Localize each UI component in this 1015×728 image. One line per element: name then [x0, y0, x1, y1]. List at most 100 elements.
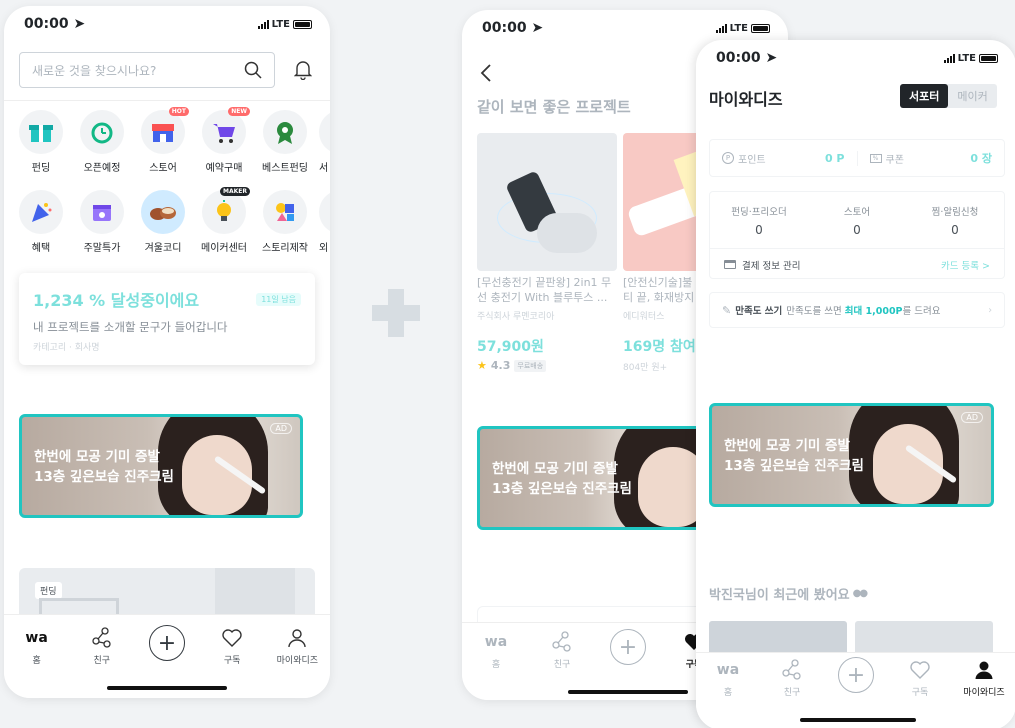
alarm-clock-icon [80, 110, 124, 154]
network-label: LTE [271, 18, 290, 30]
product-maker: 주식회사 루멘코리아 [477, 312, 555, 322]
stat-store[interactable]: 스토어 0 [812, 204, 902, 237]
category-row-1: 펀딩 오픈예정 HOT 스토어 NEW 예약구매 베스트펀딩 서 [14, 107, 330, 174]
tab-create[interactable]: + [826, 657, 886, 693]
search-icon[interactable] [244, 61, 262, 79]
ad-tag: AD [961, 412, 983, 423]
banner-line-2: 13층 깊은보습 진주크림 [34, 469, 174, 485]
tab-home[interactable]: wa 홈 [698, 659, 758, 698]
category-winter-style[interactable]: 겨울코디 [136, 190, 190, 254]
tab-subscribe[interactable]: 구독 [202, 627, 262, 666]
stat-value: 0 [951, 223, 959, 237]
network-label: LTE [957, 52, 976, 64]
banner-line-1: 한번에 모공 기미 증발 [724, 438, 850, 454]
promo-desc: 내 프로젝트를 소개할 문구가 들어갑니다 [33, 320, 228, 334]
location-arrow-icon: ➤ [531, 20, 544, 36]
friends-icon [91, 627, 113, 649]
category-partial-2[interactable]: 외 [319, 190, 330, 254]
tab-my-wadiz[interactable]: 마이와디즈 [267, 627, 327, 666]
status-time: 00:00 [716, 50, 761, 66]
category-story-making[interactable]: 스토리제작 [258, 190, 312, 254]
category-funding[interactable]: 펀딩 [14, 110, 68, 174]
category-benefit[interactable]: 혜택 [14, 190, 68, 254]
heart-icon [909, 659, 931, 681]
category-preorder[interactable]: NEW 예약구매 [197, 107, 251, 174]
signal-icon [943, 53, 955, 63]
tab-friends[interactable]: 친구 [532, 631, 592, 670]
category-weekend-deal[interactable]: 주말특가 [75, 190, 129, 254]
banner-text: 한번에 모공 기미 증발 13층 깊은보습 진주크림 [492, 459, 632, 499]
ad-banner[interactable]: 한번에 모공 기미 증발 13층 깊은보습 진주크림 [477, 426, 717, 530]
point-value: 0 P [824, 151, 845, 165]
slippers-icon [141, 190, 185, 234]
stat-label: 찜·알림신청 [931, 207, 979, 218]
plus-icon: + [148, 625, 185, 661]
signal-icon [257, 19, 269, 29]
banner-line-2: 13층 깊은보습 진주크림 [492, 481, 632, 497]
ad-banner[interactable]: AD 한번에 모공 기미 증발 13층 깊은보습 진주크림 [19, 414, 303, 518]
ad-tag: AD [270, 423, 292, 434]
card-register-link[interactable]: 카드 등록 > [941, 258, 990, 272]
partial-icon [319, 190, 330, 234]
friends-icon [551, 631, 573, 653]
product-card-1[interactable]: [무선충전기 끝판왕] 2in1 무선 충전기 With 블루투스 ... 주식… [477, 133, 617, 372]
payment-row[interactable]: 결제 정보 관리 카드 등록 > [710, 248, 1004, 280]
stat-label: 스토어 [843, 207, 871, 218]
medal-icon [263, 110, 307, 154]
toggle-maker[interactable]: 메이커 [948, 84, 996, 108]
stat-wishlist[interactable]: 찜·알림신청 0 [910, 204, 1000, 237]
tab-create[interactable]: + [137, 625, 197, 661]
shapes-icon [263, 190, 307, 234]
promo-meta: 카테고리 · 회사명 [33, 343, 100, 353]
coupon-icon: % [869, 153, 882, 163]
tab-create[interactable]: + [598, 629, 658, 665]
days-left-badge: 11일 남음 [256, 292, 301, 306]
tab-friends[interactable]: 친구 [762, 659, 822, 698]
bulb-icon: MAKER [202, 187, 250, 234]
tab-home[interactable]: wa 홈 [466, 631, 526, 670]
activity-box: 펀딩·프리오더 0 스토어 0 찜·알림신청 0 결제 정보 관리 카드 등록 > [709, 191, 1005, 279]
battery-icon [979, 53, 998, 63]
product-card-preview[interactable]: 펀딩 [19, 568, 315, 620]
toggle-supporter[interactable]: 서포터 [900, 84, 949, 108]
coupon-label-wrap: % 쿠폰 [869, 151, 904, 166]
stat-funding[interactable]: 펀딩·프리오더 0 [714, 204, 804, 237]
tab-friends[interactable]: 친구 [72, 627, 132, 666]
status-bar: 00:00 ➤ LTE [696, 40, 1015, 76]
back-chevron-icon[interactable] [480, 64, 492, 82]
ad-banner[interactable]: AD 한번에 모공 기미 증발 13층 깊은보습 진주크림 [709, 403, 994, 507]
signal-icon [715, 23, 727, 33]
banner-text: 한번에 모공 기미 증발 13층 깊은보습 진주크림 [34, 447, 174, 487]
recent-title-row: 박진국님이 최근에 봤어요 ●● [709, 584, 868, 603]
party-icon [19, 190, 63, 234]
bell-icon[interactable] [294, 60, 312, 80]
location-arrow-icon: ➤ [765, 50, 778, 66]
review-pre: 만족도를 쓰면 [786, 306, 845, 317]
category-store[interactable]: HOT 스토어 [136, 107, 190, 174]
page-title: 마이와디즈 [709, 90, 783, 109]
category-partial-1[interactable]: 서 [319, 110, 330, 174]
banner-line-1: 한번에 모공 기미 증발 [34, 449, 160, 465]
tab-subscribe[interactable]: 구독 [890, 659, 950, 698]
stat-value: 0 [755, 223, 763, 237]
battery-icon [751, 23, 770, 33]
coupon-section[interactable]: % 쿠폰 0 장 [858, 150, 1005, 166]
promo-card[interactable]: 1,234 % 달성중이에요 11일 남음 내 프로젝트를 소개할 문구가 들어… [19, 273, 315, 365]
category-maker-center[interactable]: MAKER 메이커센터 [197, 187, 251, 254]
star-icon: ★ [477, 359, 487, 372]
top-divider [4, 100, 330, 101]
maker-badge: MAKER [220, 187, 250, 196]
category-best-funding[interactable]: 베스트펀딩 [258, 110, 312, 174]
wadiz-logo-icon: wa [716, 662, 740, 678]
wadiz-logo-icon: wa [25, 630, 48, 646]
payment-label-wrap: 결제 정보 관리 [724, 258, 800, 272]
tab-home[interactable]: wa 홈 [7, 627, 67, 666]
point-section[interactable]: P 포인트 0 P [710, 150, 858, 166]
category-open-soon[interactable]: 오픈예정 [75, 110, 129, 174]
tab-bar: wa 홈 친구 + 구독 마이와디즈 [696, 652, 1015, 728]
review-row[interactable]: ✎ 만족도 쓰기 만족도를 쓰면 최대 1,000P를 드려요 › [709, 292, 1005, 328]
search-bar[interactable]: 새로운 것을 찾으시나요? [19, 52, 275, 88]
tab-my-wadiz[interactable]: 마이와디즈 [954, 659, 1014, 698]
plus-connector-icon [372, 289, 420, 337]
home-indicator [568, 690, 688, 694]
